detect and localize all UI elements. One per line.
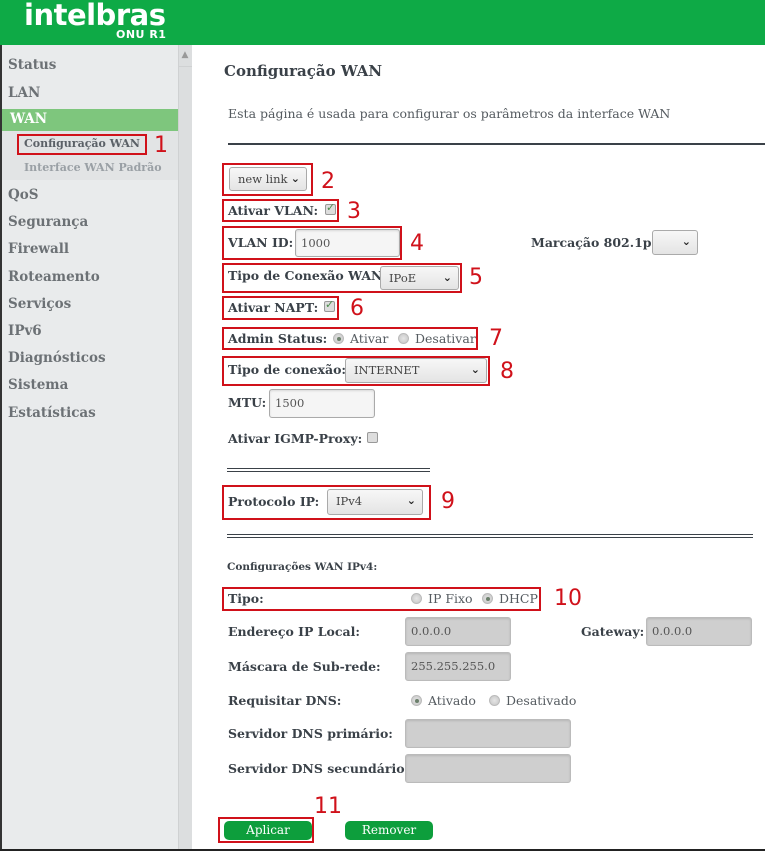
vlan-enable-label: Ativar VLAN: [228, 203, 319, 218]
napt-enable-label: Ativar NAPT: [228, 300, 319, 315]
gateway-input[interactable]: 0.0.0.0 [646, 617, 752, 646]
request-dns-desativado-radio[interactable] [489, 695, 500, 706]
type-dhcp-label: DHCP [499, 591, 538, 606]
igmp-proxy-checkbox[interactable] [367, 432, 378, 443]
mtu-label: MTU: [228, 395, 267, 410]
chevron-down-icon: ⌄ [681, 235, 691, 248]
sidebar-item-wan[interactable]: WAN [2, 109, 178, 131]
remove-button[interactable]: Remover [345, 821, 433, 840]
vlan-id-input[interactable]: 1000 [295, 229, 400, 257]
wan-connection-type-value: IPoE [389, 271, 417, 285]
annotation-label-9: 9 [441, 489, 455, 514]
annotation-label-7: 7 [489, 326, 503, 351]
divider [227, 534, 753, 538]
dns-secondary-label: Servidor DNS secundário: [228, 761, 410, 776]
type-dhcp-radio[interactable] [482, 593, 493, 604]
dns-primary-input[interactable] [405, 719, 571, 748]
annotation-box-10 [222, 587, 541, 611]
request-dns-desativado-label: Desativado [506, 693, 577, 708]
request-dns-label: Requisitar DNS: [228, 693, 342, 708]
annotation-label-2: 2 [321, 169, 335, 194]
annotation-label-8: 8 [500, 359, 514, 384]
page-title: Configuração WAN [224, 62, 383, 80]
annotation-label-11: 11 [314, 794, 342, 819]
annotation-label-3: 3 [347, 199, 361, 224]
sidebar-item-estatisticas[interactable]: Estatísticas [8, 405, 96, 421]
sidebar-item-ipv6[interactable]: IPv6 [8, 323, 42, 339]
sidebar-item-seguranca[interactable]: Segurança [8, 214, 88, 230]
admin-status-ativar-label: Ativar [350, 331, 389, 346]
subnet-mask-input[interactable]: 255.255.255.0 [405, 652, 511, 681]
sidebar-item-firewall[interactable]: Firewall [8, 241, 69, 257]
chevron-down-icon: ⌄ [470, 363, 480, 376]
chevron-down-icon: ⌄ [406, 494, 416, 507]
admin-status-desativar-radio[interactable] [398, 333, 409, 344]
sidebar-item-status[interactable]: Status [8, 57, 56, 73]
sidebar-item-diagnosticos[interactable]: Diagnósticos [8, 350, 106, 366]
type-ip-fixo-label: IP Fixo [428, 591, 473, 606]
chevron-down-icon: ⌄ [442, 271, 452, 284]
link-select[interactable]: new link ⌄ [229, 167, 307, 191]
admin-status-label: Admin Status: [228, 331, 328, 346]
ip-protocol-value: IPv4 [336, 494, 363, 508]
annotation-label-6: 6 [350, 296, 364, 321]
local-ip-input[interactable]: 0.0.0.0 [405, 617, 511, 646]
gateway-label: Gateway: [581, 624, 645, 639]
marking-8021p-label: Marcação 802.1p [531, 235, 652, 250]
ip-protocol-select[interactable]: IPv4 ⌄ [327, 489, 423, 515]
marking-8021p-select[interactable]: ⌄ [652, 230, 698, 255]
admin-status-ativar-radio[interactable] [333, 333, 344, 344]
request-dns-ativado-radio[interactable] [411, 695, 422, 706]
divider [227, 468, 430, 472]
annotation-label-4: 4 [410, 231, 424, 256]
admin-status-desativar-label: Desativar [415, 331, 476, 346]
apply-button[interactable]: Aplicar [224, 821, 312, 840]
ipv4-section-title: Configurações WAN IPv4: [227, 561, 378, 573]
sidebar-item-servicos[interactable]: Serviços [8, 296, 71, 312]
header-bar: intelbras ONU R1 [0, 0, 765, 45]
mtu-input[interactable]: 1500 [269, 389, 375, 418]
connection-type-value: INTERNET [354, 363, 420, 377]
dns-secondary-input[interactable] [405, 754, 571, 783]
type-ip-fixo-radio[interactable] [411, 593, 422, 604]
divider [228, 143, 765, 145]
chevron-down-icon: ⌄ [290, 172, 300, 185]
type-label: Tipo: [228, 591, 264, 606]
sidebar-item-qos[interactable]: QoS [8, 187, 39, 203]
sidebar-item-lan[interactable]: LAN [8, 85, 40, 101]
sidebar-scrollbar[interactable] [178, 45, 192, 851]
igmp-proxy-label: Ativar IGMP-Proxy: [228, 431, 363, 446]
scroll-up-icon[interactable]: ▲ [178, 45, 192, 67]
sidebar-item-sistema[interactable]: Sistema [8, 377, 68, 393]
submenu-item-interface-wan-padrao[interactable]: Interface WAN Padrão [24, 161, 162, 174]
vlan-id-label: VLAN ID: [228, 235, 294, 250]
sidebar-item-label: WAN [10, 111, 48, 127]
sidebar-item-roteamento[interactable]: Roteamento [8, 269, 100, 285]
ip-protocol-label: Protocolo IP: [228, 494, 320, 509]
annotation-label-10: 10 [554, 586, 582, 611]
page-description: Esta página é usada para configurar os p… [228, 106, 671, 121]
local-ip-label: Endereço IP Local: [228, 624, 360, 639]
wan-connection-type-label: Tipo de Conexão WAN: [228, 268, 387, 283]
napt-enable-checkbox[interactable] [324, 298, 335, 312]
connection-type-select[interactable]: INTERNET ⌄ [345, 358, 487, 383]
subnet-mask-label: Máscara de Sub-rede: [228, 659, 381, 674]
annotation-box-1 [17, 134, 147, 155]
link-select-value: new link [238, 172, 288, 186]
wan-connection-type-select[interactable]: IPoE ⌄ [380, 266, 459, 290]
annotation-label-5: 5 [469, 265, 483, 290]
annotation-label-1: 1 [154, 133, 168, 158]
dns-primary-label: Servidor DNS primário: [228, 726, 393, 741]
request-dns-ativado-label: Ativado [428, 693, 476, 708]
connection-type-label: Tipo de conexão: [228, 362, 347, 377]
model-label: ONU R1 [116, 28, 167, 41]
vlan-enable-checkbox[interactable] [325, 201, 336, 215]
